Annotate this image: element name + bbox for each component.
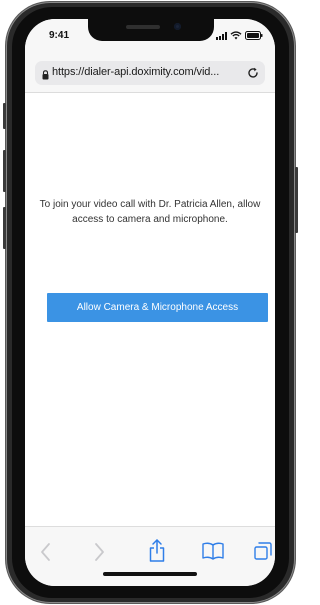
chevron-left-icon[interactable]	[39, 541, 53, 568]
url-text[interactable]: https://dialer-api.doximity.com/vid...	[52, 66, 242, 78]
volume-down-button	[3, 207, 6, 249]
power-button	[295, 167, 298, 233]
reload-icon[interactable]	[247, 66, 259, 84]
speaker-grille	[126, 25, 160, 29]
address-bar[interactable]: https://dialer-api.doximity.com/vid...	[35, 61, 265, 85]
book-icon[interactable]	[201, 541, 225, 566]
battery-icon	[245, 31, 263, 40]
notch	[88, 19, 214, 41]
wifi-icon	[230, 31, 242, 40]
status-icons	[216, 31, 263, 40]
share-icon[interactable]	[148, 538, 166, 568]
status-time: 9:41	[49, 30, 70, 41]
silent-switch	[3, 103, 6, 129]
front-camera-icon	[174, 23, 181, 30]
phone-screen: 9:41 https://dialer-api.doximity.com/vid…	[25, 19, 275, 586]
tabs-icon[interactable]	[253, 541, 273, 566]
home-indicator[interactable]	[103, 572, 197, 576]
allow-camera-microphone-button[interactable]: Allow Camera & Microphone Access	[47, 293, 268, 322]
chevron-right-icon[interactable]	[92, 541, 106, 568]
safari-top-bar: 9:41 https://dialer-api.doximity.com/vid…	[25, 19, 275, 93]
cellular-signal-icon	[216, 31, 227, 40]
volume-up-button	[3, 150, 6, 192]
lock-icon	[42, 67, 49, 85]
safari-bottom-toolbar	[25, 526, 275, 586]
permission-message: To join your video call with Dr. Patrici…	[39, 199, 261, 225]
